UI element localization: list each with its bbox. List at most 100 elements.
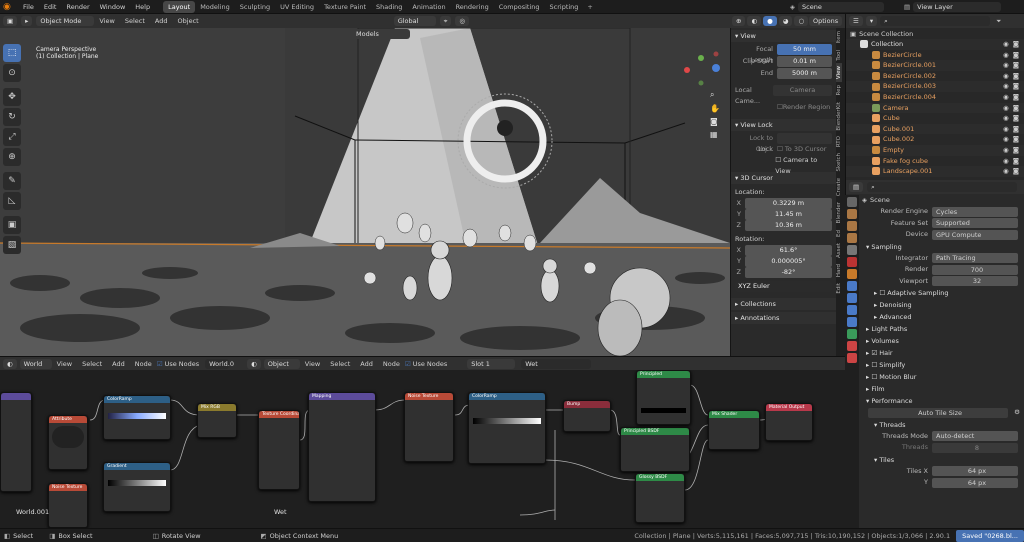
- add-cube-tool-icon[interactable]: ▣: [3, 216, 21, 234]
- color-swatch[interactable]: [641, 408, 686, 413]
- tab-blender[interactable]: Blender: [836, 199, 842, 226]
- particles-tab-icon[interactable]: [847, 293, 857, 303]
- node-mix-rgb[interactable]: Mix RGB: [197, 403, 237, 438]
- view-lock-header[interactable]: ▾ View Lock: [731, 119, 836, 131]
- eye-icon[interactable]: ◉: [1003, 124, 1009, 135]
- options-button[interactable]: Options: [809, 16, 843, 26]
- local-camera-field[interactable]: Camera: [773, 85, 832, 96]
- tab-rendering[interactable]: Rendering: [451, 1, 494, 13]
- transform-tool-icon[interactable]: ⊕: [3, 148, 21, 166]
- models-dropdown[interactable]: Models: [352, 29, 410, 39]
- object-mode-dropdown[interactable]: Object Mode: [36, 16, 95, 26]
- eye-icon[interactable]: ◉: [1003, 145, 1009, 156]
- node-menu-add[interactable]: Add: [107, 357, 130, 371]
- view-layer-field[interactable]: View Layer: [913, 2, 1002, 12]
- viewport-samples-field[interactable]: 32: [932, 276, 1018, 287]
- shading-material-icon[interactable]: ◕: [778, 16, 793, 26]
- object-tab-icon[interactable]: [847, 269, 857, 279]
- render-visibility-icon[interactable]: ◙: [1013, 156, 1019, 167]
- hair-header[interactable]: ▸ ☑ Hair: [862, 347, 1024, 359]
- outliner-search-input[interactable]: ⌕: [880, 16, 991, 26]
- slot-dropdown[interactable]: Slot 1: [467, 358, 516, 369]
- render-engine-dropdown[interactable]: Cycles: [932, 206, 1018, 217]
- zoom-icon[interactable]: ⌕: [710, 90, 720, 100]
- tab-blenderkit[interactable]: BlenderKit: [836, 99, 842, 134]
- select-mode-icon[interactable]: ▸: [21, 16, 33, 26]
- tiles-y-field[interactable]: 64 px: [932, 477, 1018, 488]
- output-tab-icon[interactable]: [847, 221, 857, 231]
- node-noise-2[interactable]: Noise Texture: [404, 392, 454, 462]
- rotation-mode-dropdown[interactable]: XYZ Euler: [735, 281, 832, 292]
- eye-icon[interactable]: ◉: [1003, 71, 1009, 82]
- eye-icon[interactable]: ◉: [1003, 156, 1009, 167]
- filter-icon[interactable]: ⏷: [996, 17, 1001, 26]
- node-menu-node[interactable]: Node: [130, 357, 157, 371]
- rot-y-field[interactable]: 0.000005°: [745, 256, 832, 267]
- node-colorramp-1[interactable]: ColorRamp: [103, 395, 171, 440]
- add-workspace-icon[interactable]: +: [583, 3, 596, 11]
- material-name-field[interactable]: Wet: [521, 358, 592, 369]
- node-bump[interactable]: Bump: [563, 400, 611, 432]
- cursor-tool-icon[interactable]: ⊙: [3, 64, 21, 82]
- to-3d-cursor-checkbox[interactable]: ☐: [777, 145, 785, 153]
- loc-x-field[interactable]: 0.3229 m: [745, 198, 832, 209]
- viewport-menu-add[interactable]: Add: [150, 14, 173, 28]
- lock-to-object-field[interactable]: [777, 133, 832, 144]
- outliner-item[interactable]: Collection ◉ ◙: [846, 39, 1024, 50]
- node-principled-top[interactable]: Principled: [636, 370, 691, 425]
- tab-texture-paint[interactable]: Texture Paint: [319, 1, 371, 13]
- outliner-item[interactable]: BezierCircle.003 ◉ ◙: [846, 81, 1024, 92]
- scene-field[interactable]: Scene: [798, 2, 884, 12]
- node-mapping[interactable]: Mapping: [308, 392, 376, 502]
- saved-notification[interactable]: Saved "0268.bl...: [956, 529, 1024, 542]
- shading-rendered-icon[interactable]: ○: [794, 16, 809, 26]
- world-name-field[interactable]: World.0: [205, 358, 234, 369]
- texture-tab-icon[interactable]: [847, 353, 857, 363]
- tab-shading[interactable]: Shading: [371, 1, 407, 13]
- tab-uv-editing[interactable]: UV Editing: [275, 1, 319, 13]
- use-nodes2-checkbox[interactable]: ☑: [405, 360, 411, 368]
- film-header[interactable]: ▸ Film: [862, 383, 1024, 395]
- outliner-item[interactable]: Landscape.001 ◉ ◙: [846, 166, 1024, 177]
- render-visibility-icon[interactable]: ◙: [1013, 166, 1019, 177]
- menu-help[interactable]: Help: [130, 0, 155, 14]
- node-material-output[interactable]: Material Output: [765, 403, 813, 441]
- eye-icon[interactable]: ◉: [1003, 113, 1009, 124]
- scene-icon[interactable]: ◈: [790, 3, 795, 11]
- outliner-item[interactable]: BezierCircle.002 ◉ ◙: [846, 71, 1024, 82]
- measure-tool-icon[interactable]: ◺: [3, 192, 21, 210]
- tab-create[interactable]: Create: [836, 175, 842, 199]
- node-glossy-bsdf[interactable]: Glossy BSDF: [635, 473, 685, 523]
- proportional-icon[interactable]: ◎: [455, 16, 470, 26]
- pan-icon[interactable]: ✋: [710, 104, 720, 113]
- perspective-icon[interactable]: ▦: [710, 130, 720, 139]
- orientation-dropdown[interactable]: Global: [393, 16, 436, 26]
- render-samples-field[interactable]: 700: [932, 264, 1018, 275]
- tab-view[interactable]: View: [836, 63, 842, 83]
- tab-scripting[interactable]: Scripting: [545, 1, 584, 13]
- node-menu-view[interactable]: View: [52, 357, 77, 371]
- outliner-item[interactable]: Camera ◉ ◙: [846, 102, 1024, 114]
- view-section-header[interactable]: ▾ View: [731, 30, 836, 42]
- world-editor-type-icon[interactable]: ◐: [3, 358, 17, 369]
- viewport-menu-object[interactable]: Object: [173, 14, 204, 28]
- threads-field[interactable]: 8: [932, 442, 1018, 453]
- view-layer-icon[interactable]: ▤: [904, 3, 910, 11]
- outliner-item[interactable]: Cube ◉ ◙: [846, 113, 1024, 124]
- volumes-header[interactable]: ▸ Volumes: [862, 335, 1024, 347]
- node2-menu-view[interactable]: View: [300, 357, 325, 371]
- annotations-header[interactable]: ▸ Annotations: [731, 312, 836, 324]
- object-type-dropdown[interactable]: Object: [263, 358, 300, 369]
- sampling-panel-header[interactable]: ▾ Sampling: [862, 241, 1024, 253]
- collections-header[interactable]: ▸ Collections: [731, 298, 836, 310]
- feature-set-dropdown[interactable]: Supported: [932, 218, 1018, 229]
- menu-edit[interactable]: Edit: [39, 0, 62, 14]
- node-mix-shader[interactable]: Mix Shader: [708, 410, 760, 450]
- tab-hard[interactable]: Hard: [836, 261, 842, 280]
- node-texture-coordinate[interactable]: Texture Coordinate: [258, 410, 300, 490]
- world-type-dropdown[interactable]: World: [19, 358, 52, 369]
- advanced-header[interactable]: ▸ Advanced: [862, 311, 1024, 323]
- menu-file[interactable]: File: [18, 0, 39, 14]
- simplify-header[interactable]: ▸ ☐ Simplify: [862, 359, 1024, 371]
- render-visibility-icon[interactable]: ◙: [1013, 103, 1019, 114]
